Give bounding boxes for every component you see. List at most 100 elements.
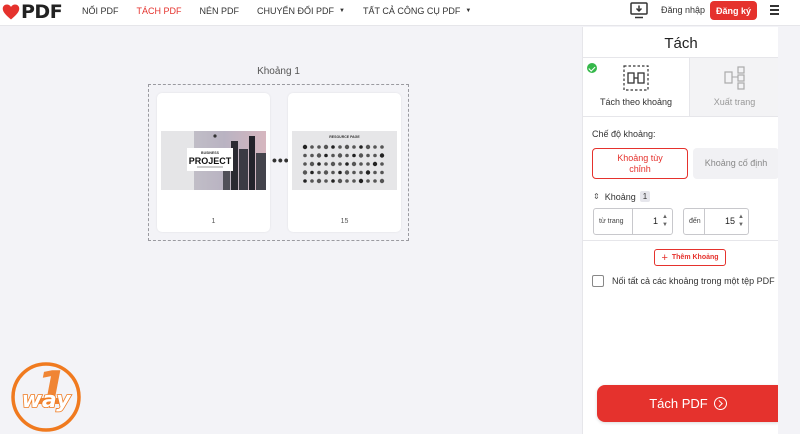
logo-text: PDF [21, 1, 63, 23]
page-scroll-area [778, 27, 800, 434]
desktop-download-icon[interactable] [630, 2, 648, 19]
watermark-logo: 1 way [11, 361, 81, 432]
thumb-grid-icon [303, 153, 307, 158]
nav-merge-pdf[interactable]: NỐI PDF [82, 6, 119, 16]
nav-split-pdf[interactable]: TÁCH PDF [137, 6, 182, 16]
thumb-grid-icon [372, 161, 378, 167]
thumb-grid-icon [345, 153, 349, 158]
tab-label: Xuất trang [713, 97, 756, 107]
page-thumbnail-card[interactable]: BUSINESS PROJECT 1 [157, 93, 270, 232]
nav-label: NÉN PDF [199, 6, 240, 16]
from-page-input[interactable]: 1 [634, 216, 658, 226]
thumb-grid-icon [373, 170, 377, 175]
nav-label: CHUYỂN ĐỔI PDF [257, 6, 335, 16]
page-thumbnail-card[interactable]: RESOURCE PAGE 15 [288, 93, 401, 232]
thumb-grid-icon [380, 162, 384, 166]
thumb-grid-icon [303, 162, 307, 166]
fixed-range-option[interactable]: Khoảng cố định [693, 148, 779, 179]
thumb-grid-icon [352, 145, 356, 149]
thumb-grid-icon [359, 145, 363, 149]
sort-arrows-icon: ⇕ [593, 192, 600, 201]
thumb-grid-icon [324, 162, 328, 166]
nav-compress-pdf[interactable]: NÉN PDF [200, 6, 240, 16]
nav-label: TÁCH PDF [136, 6, 182, 16]
main-nav: NỐI PDF TÁCH PDF NÉN PDF CHUYỂN ĐỔI PDF ▼… [82, 0, 489, 22]
thumb-grid-icon [379, 178, 385, 184]
thumb-grid-icon [379, 153, 385, 158]
thumb-grid-icon [358, 178, 364, 184]
thumb-grid-icon [352, 170, 356, 175]
to-page-input[interactable]: 15 [706, 216, 735, 226]
arrow-right-circle-icon [713, 397, 727, 410]
nav-label: NỐI PDF [82, 6, 119, 16]
thumb-grid-icon [380, 145, 384, 149]
thumb-grid-icon [345, 179, 349, 183]
thumb-grid-icon [344, 170, 350, 175]
range-count-badge: 1 [639, 191, 651, 202]
merge-label: Nối tất cả các khoảng trong một tệp PDF [612, 276, 775, 286]
logo[interactable]: PDF [2, 1, 63, 23]
thumb-kicker: BUSINESS [201, 151, 220, 155]
thumb-grid-icon [380, 170, 384, 175]
thumb-title: PROJECT [189, 156, 232, 166]
thumb-grid-icon [324, 179, 328, 183]
thumb-grid-icon [330, 161, 336, 167]
range-header[interactable]: ⇕ Khoảng 1 [593, 191, 651, 202]
divider [583, 116, 779, 117]
thumb-title: RESOURCE PAGE [329, 135, 360, 139]
thumb-grid-icon [316, 178, 322, 184]
signup-button[interactable]: Đăng ký [710, 1, 757, 20]
thumb-grid-icon [302, 170, 308, 175]
page-number: 15 [340, 218, 349, 225]
split-button-label: Tách PDF [649, 396, 708, 411]
login-link[interactable]: Đăng nhập [661, 5, 705, 15]
sidebar-title: Tách [664, 35, 698, 52]
thumb-grid-icon [317, 145, 321, 149]
check-icon [587, 63, 597, 73]
custom-range-option[interactable]: Khoảng tùy chỉnh [592, 148, 688, 179]
to-page-field[interactable]: đến 15 ▲ ▼ [683, 208, 749, 235]
nav-convert-pdf[interactable]: CHUYỂN ĐỔI PDF ▼ [257, 6, 345, 16]
stepper-arrows-icon[interactable]: ▲ ▼ [737, 213, 745, 231]
thumb-grid-icon [337, 153, 343, 158]
option-label: Khoảng tùy chỉnh [617, 152, 663, 174]
heart-logo-icon [2, 4, 20, 20]
thumb-grid-icon [351, 161, 357, 167]
add-range-button[interactable]: + Thêm Khoảng [654, 249, 726, 266]
page-thumbnail-image: RESOURCE PAGE [292, 131, 397, 190]
thumb-grid-icon [324, 153, 328, 158]
thumb-grid-icon [331, 170, 335, 175]
tab-split-by-range[interactable]: Tách theo khoảng [583, 58, 689, 116]
thumb-grid-icon [366, 162, 370, 166]
from-page-field[interactable]: từ trang 1 ▲ ▼ [593, 208, 673, 235]
thumb-grid-icon [317, 170, 321, 175]
thumb-grid-icon [359, 162, 363, 166]
thumb-grid-icon [366, 179, 370, 183]
thumb-grid-icon [310, 145, 314, 149]
thumb-grid-icon [338, 170, 342, 175]
thumb-grid-icon [337, 178, 343, 184]
thumb-grid-icon [345, 162, 349, 166]
split-range-icon [623, 65, 649, 91]
thumb-grid-icon [365, 170, 371, 175]
nav-label: TẤT CẢ CÔNG CỤ PDF [363, 6, 461, 16]
tab-label: Tách theo khoảng [599, 97, 673, 107]
thumb-grid-icon [323, 170, 329, 175]
merge-ranges-option[interactable]: Nối tất cả các khoảng trong một tệp PDF [592, 275, 775, 287]
thumb-grid-icon [310, 153, 314, 158]
field-label: đến [684, 209, 705, 234]
split-pdf-button[interactable]: Tách PDF [597, 385, 779, 422]
hamburger-menu-icon[interactable] [770, 5, 779, 15]
stepper-arrows-icon[interactable]: ▲ ▼ [661, 213, 669, 231]
svg-text:way: way [22, 388, 72, 413]
thumb-grid-icon [344, 144, 350, 150]
thumb-grid-icon [352, 179, 356, 183]
tab-extract-pages[interactable]: Xuất trang [689, 58, 779, 116]
thumb-grid-icon [310, 170, 314, 175]
thumb-grid-icon [365, 144, 371, 150]
thumb-grid-icon [358, 153, 364, 158]
page-thumbnail-image: BUSINESS PROJECT [161, 131, 266, 190]
nav-all-tools[interactable]: TẤT CẢ CÔNG CỤ PDF ▼ [363, 6, 471, 16]
merge-checkbox[interactable] [592, 275, 604, 287]
top-navbar: PDF NỐI PDF TÁCH PDF NÉN PDF CHUYỂN ĐỔI … [0, 0, 800, 26]
